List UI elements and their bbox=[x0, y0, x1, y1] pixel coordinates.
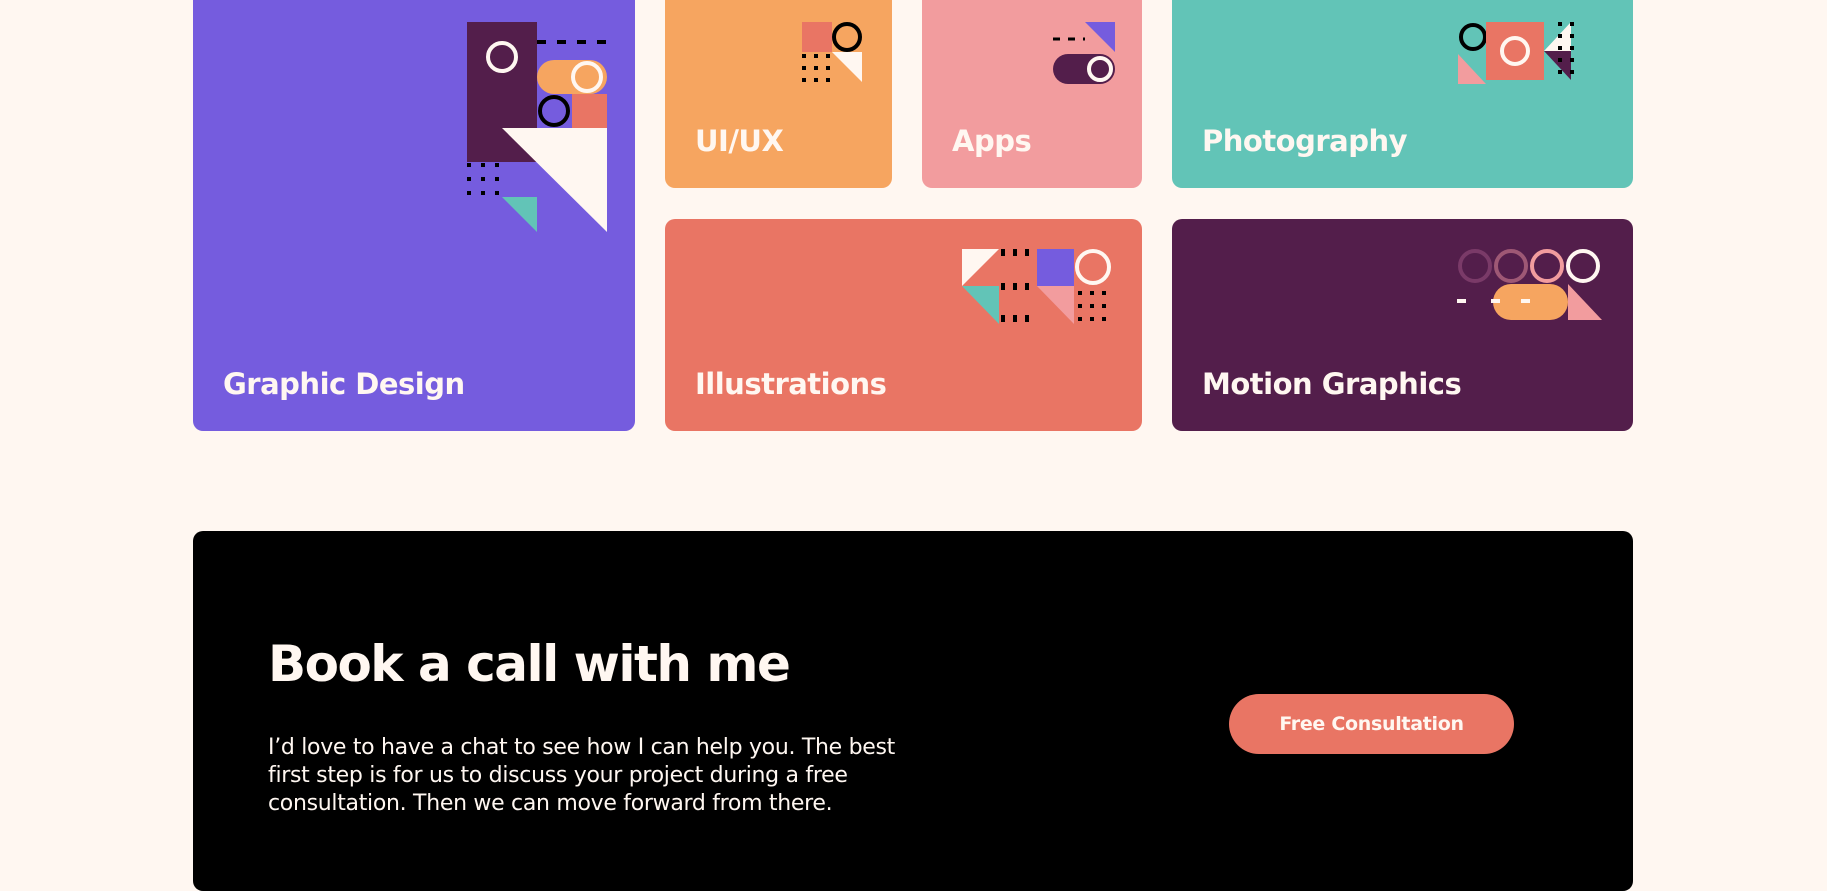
ui-ux-pattern-icon bbox=[802, 22, 862, 82]
service-label-photography: Photography bbox=[1202, 124, 1408, 158]
free-consultation-button[interactable]: Free Consultation bbox=[1229, 694, 1514, 754]
service-card-photography[interactable]: Photography bbox=[1172, 0, 1633, 188]
service-label-illustrations: Illustrations bbox=[695, 367, 887, 401]
cta-description: I’d love to have a chat to see how I can… bbox=[268, 735, 895, 816]
graphic-design-pattern-icon bbox=[467, 22, 607, 232]
service-label-apps: Apps bbox=[952, 124, 1032, 158]
service-card-illustrations[interactable]: Illustrations bbox=[665, 219, 1142, 431]
cta-title: Book a call with me bbox=[268, 635, 791, 693]
apps-pattern-icon bbox=[1053, 22, 1115, 84]
service-label-motion-graphics: Motion Graphics bbox=[1202, 367, 1462, 401]
service-card-motion-graphics[interactable]: Motion Graphics bbox=[1172, 219, 1633, 431]
book-call-section: Book a call with me I’d love to have a c… bbox=[193, 531, 1633, 891]
illustrations-pattern-icon bbox=[962, 249, 1111, 324]
service-card-apps[interactable]: Apps bbox=[922, 0, 1142, 188]
photography-pattern-icon bbox=[1458, 22, 1574, 84]
service-card-graphic-design[interactable]: Graphic Design bbox=[193, 0, 635, 431]
service-label-graphic-design: Graphic Design bbox=[223, 367, 465, 401]
motion-graphics-pattern-icon bbox=[1457, 249, 1602, 320]
service-card-ui-ux[interactable]: UI/UX bbox=[665, 0, 892, 188]
service-label-ui-ux: UI/UX bbox=[695, 124, 784, 158]
